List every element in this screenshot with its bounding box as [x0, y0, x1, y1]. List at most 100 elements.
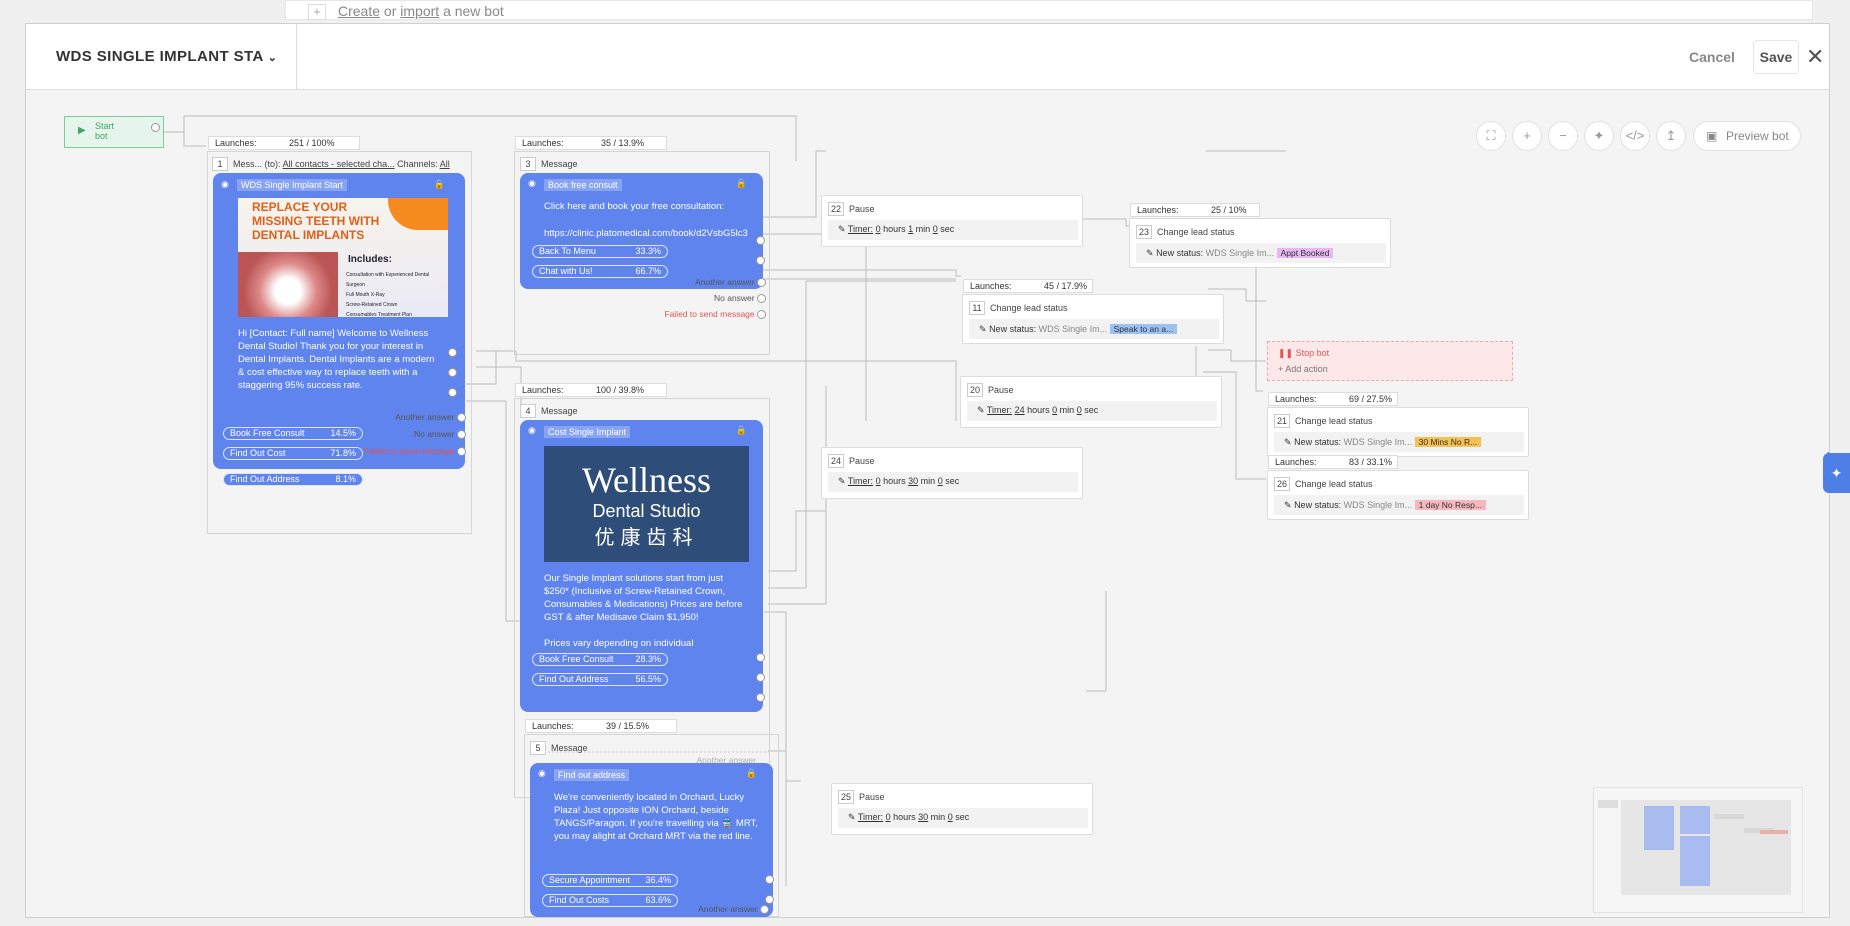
change-status-node-21[interactable]: 21 Change lead status ✎ New status: WDS S…: [1267, 407, 1529, 457]
connector-dot[interactable]: [756, 256, 765, 265]
pencil-icon: ✎: [1146, 248, 1154, 258]
zoom-out-icon[interactable]: −: [1548, 121, 1578, 151]
minimap[interactable]: [1593, 787, 1803, 913]
no-answer-output[interactable]: No answer: [626, 293, 766, 304]
stop-bot-node[interactable]: ❚❚ Stop bot + Add action: [1267, 341, 1513, 381]
timer-row[interactable]: ✎ Timer: 0 hours 1 min 0 sec: [828, 220, 1078, 240]
change-status-node-11[interactable]: 11 Change lead status ✎ New status: WDS S…: [962, 294, 1224, 344]
bot-editor-modal: WDS SINGLE IMPLANT STA ⌄ Cancel Save ✕ ⛶…: [25, 23, 1830, 918]
connector-dot[interactable]: [756, 236, 765, 245]
message-text: Our Single Implant solutions start from …: [544, 573, 743, 623]
launches-badge: Launches: 35 / 13.9%: [515, 136, 667, 150]
connector-dot[interactable]: [756, 673, 765, 682]
status-row[interactable]: ✎ New status: WDS Single Im... 1 day No …: [1274, 495, 1524, 515]
status-badge: 30 Mins No R...: [1414, 437, 1482, 447]
status-row[interactable]: ✎ New status: WDS Single Im... Speak to …: [969, 319, 1219, 339]
button-back-to-menu[interactable]: Back To Menu 33.3%: [532, 245, 668, 258]
pencil-icon: ✎: [1284, 437, 1292, 447]
flow-canvas[interactable]: ⛶ + − ✦ </> ↥ ▣ Preview bot ▶ Start bot L…: [26, 91, 1829, 917]
cancel-button[interactable]: Cancel: [1689, 49, 1735, 65]
chevron-down-icon: ⌄: [267, 52, 278, 64]
code-icon[interactable]: </>: [1620, 121, 1650, 151]
node-1-header: 1 Mess... (to): All contacts - selected c…: [212, 157, 450, 171]
lock-icon: 🔒: [735, 425, 747, 435]
timer-row[interactable]: ✎ Timer: 24 hours 0 min 0 sec: [967, 401, 1217, 421]
magic-wand-icon[interactable]: ✦: [1584, 121, 1614, 151]
message-card-1[interactable]: ◉ WDS Single Implant Start 🔒 REPLACE YOU…: [213, 173, 465, 469]
button-find-out-address[interactable]: Find Out Address 56.5%: [532, 673, 668, 686]
button-secure-appointment[interactable]: Secure Appointment 36.4%: [542, 874, 678, 887]
pencil-icon: ✎: [838, 476, 846, 486]
message-card-3[interactable]: ◉ Book free consult 🔒 Click here and boo…: [520, 173, 763, 289]
save-button[interactable]: Save: [1753, 40, 1799, 74]
share-icon[interactable]: ↥: [1656, 121, 1686, 151]
message-text: Hi [Contact: Full name] Welcome to Welln…: [238, 328, 435, 391]
pencil-icon: ✎: [848, 812, 856, 822]
plus-icon[interactable]: +: [308, 4, 326, 20]
pause-icon: ❚❚: [1278, 348, 1294, 358]
no-answer-output[interactable]: No answer: [326, 429, 466, 440]
status-row[interactable]: ✎ New status: WDS Single Im... 30 Mins N…: [1274, 432, 1524, 452]
connector-dot[interactable]: [448, 348, 457, 357]
pencil-icon: ✎: [838, 224, 846, 234]
launches-badge: Launches: 83 / 33.1%: [1268, 455, 1398, 469]
message-text-2: Prices vary depending on individual: [544, 638, 694, 649]
connector-dot[interactable]: [448, 388, 457, 397]
divider: [296, 24, 297, 90]
pause-node-22[interactable]: 22 Pause ✎ Timer: 0 hours 1 min 0 sec: [821, 195, 1083, 247]
bot-title: WDS SINGLE IMPLANT STA: [56, 48, 264, 65]
add-action-button[interactable]: + Add action: [1278, 364, 1328, 374]
channels-select[interactable]: All: [440, 159, 450, 169]
or-text: or: [383, 3, 397, 19]
connector-dot[interactable]: [448, 368, 457, 377]
bot-title-dropdown[interactable]: WDS SINGLE IMPLANT STA ⌄: [56, 48, 277, 65]
connector-dot[interactable]: [756, 693, 765, 702]
bot-avatar-icon: ◉: [528, 178, 536, 188]
pause-node-24[interactable]: 24 Pause ✎ Timer: 0 hours 30 min 0 sec: [821, 447, 1083, 499]
card-title: WDS Single Implant Start: [237, 179, 348, 191]
button-find-out-address[interactable]: Find Out Address 8.1%: [223, 473, 363, 486]
lock-icon: 🔒: [735, 178, 747, 188]
fit-screen-icon[interactable]: ⛶: [1476, 121, 1506, 151]
node-5-header: 5 Message: [530, 741, 588, 755]
connector-dot[interactable]: [765, 895, 774, 904]
start-bot-label: Start bot: [95, 121, 115, 141]
close-icon[interactable]: ✕: [1806, 44, 1824, 70]
bot-avatar-icon: ◉: [538, 768, 546, 778]
implant-illustration: [238, 252, 338, 317]
import-link[interactable]: import: [400, 3, 439, 19]
preview-bot-button[interactable]: ▣ Preview bot: [1693, 121, 1801, 151]
booking-link[interactable]: https://clinic.platomedical.com/book/d2V…: [544, 228, 759, 239]
wellness-logo: Wellness Dental Studio 优康齿科: [544, 446, 749, 562]
create-link[interactable]: Create: [338, 3, 380, 19]
connector-dot[interactable]: [756, 653, 765, 662]
start-bot-node[interactable]: ▶ Start bot: [64, 116, 164, 148]
connector-dot[interactable]: [151, 123, 160, 132]
failed-output[interactable]: Failed to send message: [626, 309, 766, 320]
bot-avatar-icon: ◉: [221, 179, 229, 189]
contacts-select[interactable]: All contacts - selected cha...: [283, 159, 395, 169]
pencil-icon: ✎: [979, 324, 987, 334]
pause-node-20[interactable]: 20 Pause ✎ Timer: 24 hours 0 min 0 sec: [960, 376, 1222, 428]
timer-row[interactable]: ✎ Timer: 0 hours 30 min 0 sec: [838, 808, 1088, 828]
lock-icon: 🔒: [433, 179, 445, 189]
timer-row[interactable]: ✎ Timer: 0 hours 30 min 0 sec: [828, 472, 1078, 492]
message-card-5[interactable]: ◉ Find out address 🔒 We're conveniently …: [530, 763, 773, 917]
robot-icon: ▣: [1706, 129, 1718, 143]
node-3-header: 3 Message: [520, 157, 578, 171]
modal-header: WDS SINGLE IMPLANT STA ⌄ Cancel Save ✕: [26, 24, 1829, 90]
another-answer-output[interactable]: Another answer: [626, 904, 769, 915]
another-answer-output[interactable]: Another answer: [626, 277, 766, 288]
status-row[interactable]: ✎ New status: WDS Single Im... Appt Book…: [1136, 243, 1386, 263]
connector-dot[interactable]: [765, 875, 774, 884]
another-answer-output[interactable]: Another answer: [326, 412, 466, 423]
pause-node-25[interactable]: 25 Pause ✎ Timer: 0 hours 30 min 0 sec: [831, 783, 1093, 835]
message-card-4[interactable]: ◉ Cost Single Implant 🔒 Wellness Dental …: [520, 420, 763, 712]
zoom-in-icon[interactable]: +: [1512, 121, 1542, 151]
change-status-node-26[interactable]: 26 Change lead status ✎ New status: WDS S…: [1267, 470, 1529, 520]
failed-output[interactable]: Failed to send message: [326, 446, 466, 457]
button-book-free-consult[interactable]: Book Free Consult 28.3%: [532, 653, 668, 666]
sparkle-icon[interactable]: ✦: [1823, 453, 1850, 493]
change-status-node-23[interactable]: 23 Change lead status ✎ New status: WDS S…: [1129, 218, 1391, 268]
message-text: Click here and book your free consultati…: [544, 201, 725, 212]
